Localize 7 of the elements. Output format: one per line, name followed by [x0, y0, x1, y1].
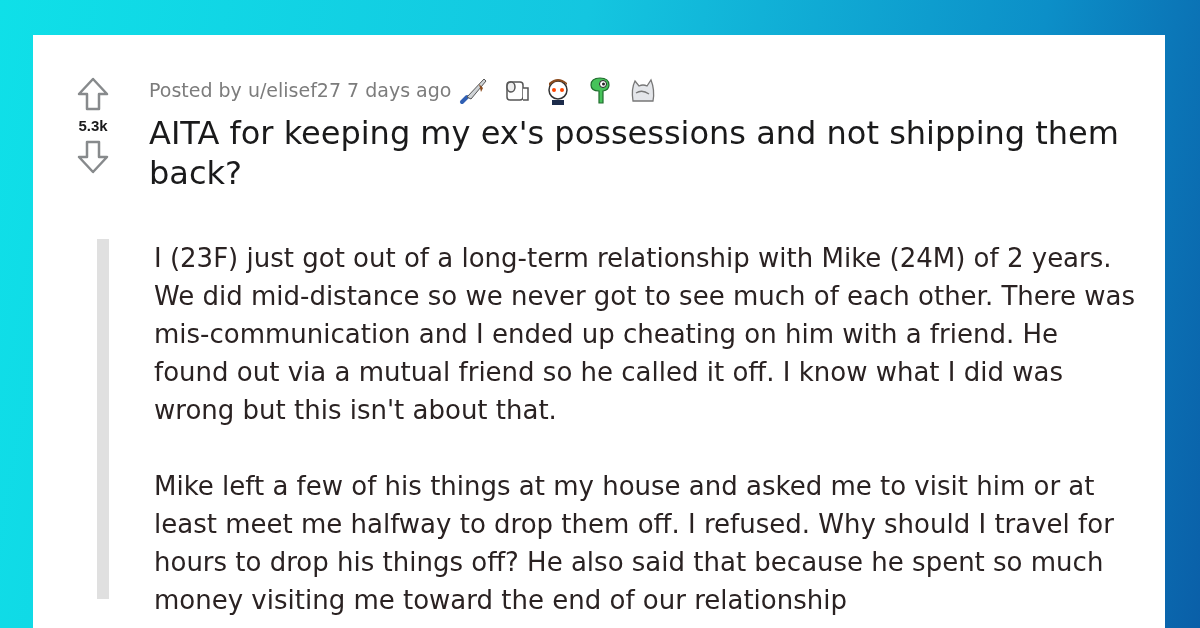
vote-count: 5.3k: [78, 117, 108, 134]
body-paragraph: Mike left a few of his things at my house and asked me to visit him or at least meet me halfway to drop them off. I refused. Why should I travel for hours to drop his things off? He also said that because he spent so much money visiting me toward the end of our relationship: [154, 470, 1115, 617]
body-paragraph: I (23F) just got out of a long-term relationship with Mike (24M) of 2 years. We did mid-distance so we never got to see much of each other. There was mis-communication and I ended up cheating on him with a friend. He found out via a mutual friend so he called it off. I know what I did was wrong but this isn't about that.: [154, 242, 1135, 427]
upvote-icon[interactable]: [77, 77, 109, 111]
downvote-icon[interactable]: [77, 140, 109, 174]
post-title[interactable]: AITA for keeping my ex's possessions and not shipping them back?: [149, 113, 1145, 193]
post-meta: Posted by u/elisef27 7 days ago: [149, 79, 452, 101]
